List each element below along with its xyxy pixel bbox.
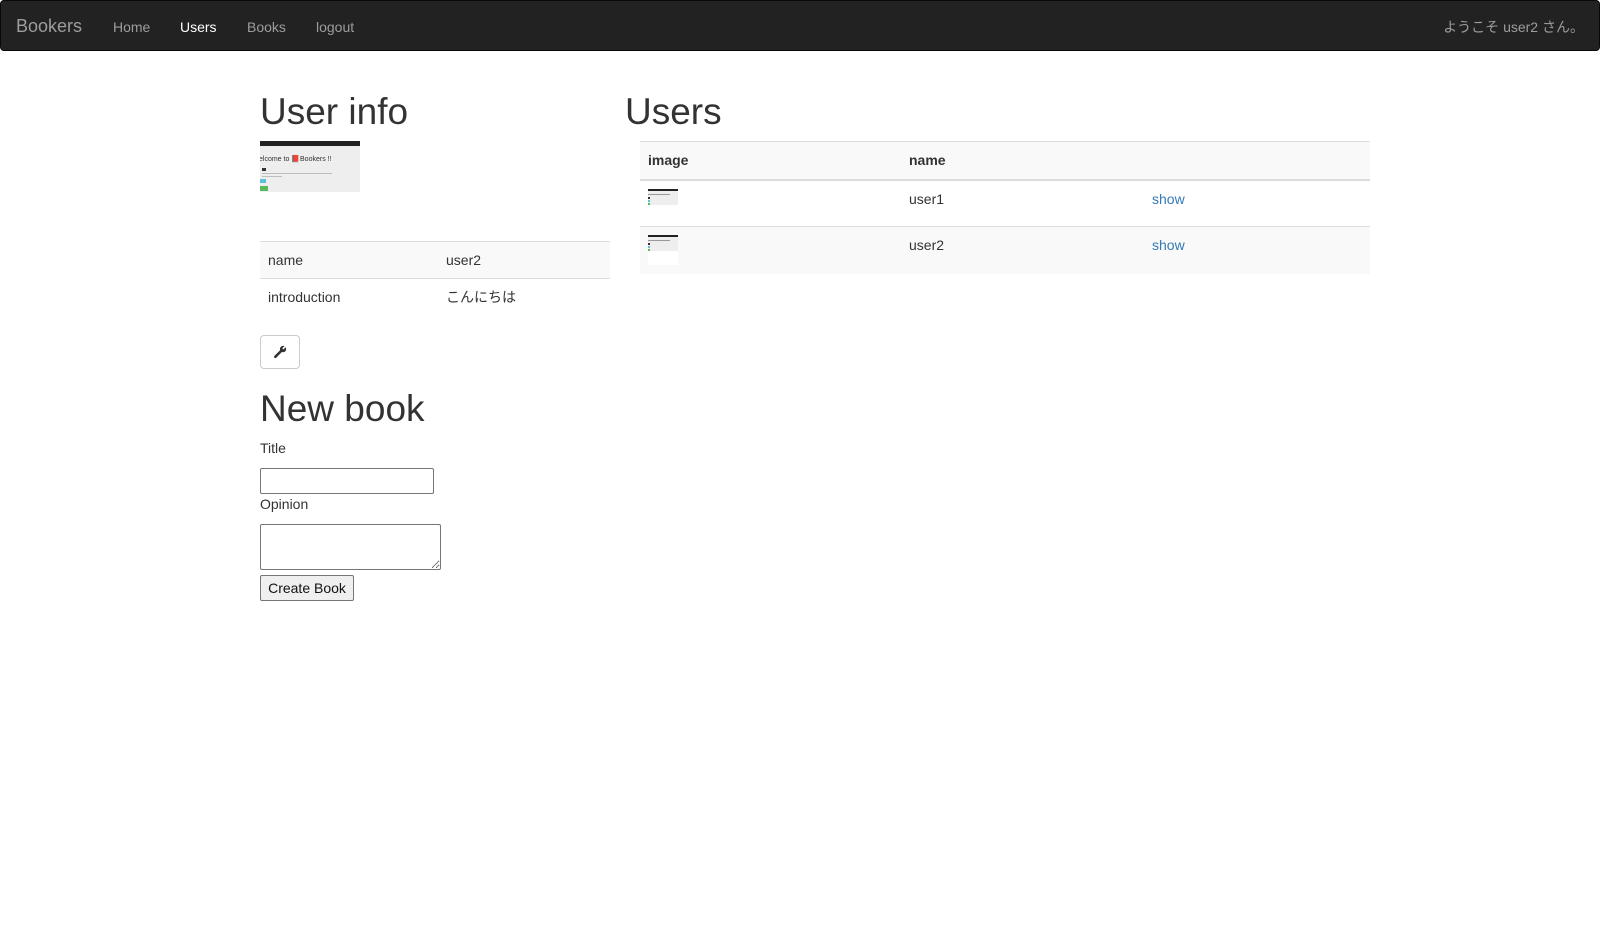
user-avatar <box>648 188 678 205</box>
brand-link[interactable]: Bookers <box>16 16 82 36</box>
users-heading: Users <box>625 91 722 132</box>
nav-logout[interactable]: logout <box>316 18 354 36</box>
opinion-textarea[interactable] <box>260 524 441 570</box>
table-row: user2 show <box>640 226 1370 274</box>
user-image-cell <box>640 226 901 274</box>
create-book-button[interactable]: Create Book <box>260 575 354 601</box>
title-input[interactable] <box>260 468 434 494</box>
new-book-heading: New book <box>260 388 425 429</box>
welcome-message: ようこそ user2 さん。 <box>1443 19 1584 35</box>
user-info-table: name user2 introduction こんにちは <box>260 241 610 316</box>
user-image-cell <box>640 179 901 227</box>
info-key: name <box>260 241 438 279</box>
user-avatar <box>648 235 678 265</box>
nav-books[interactable]: Books <box>247 18 286 36</box>
column-header-name: name <box>901 141 1144 181</box>
profile-image-caption: elcome to 📕Bookers !! <box>260 156 332 163</box>
info-row-name: name user2 <box>260 241 610 279</box>
nav-home[interactable]: Home <box>113 18 150 36</box>
info-value: user2 <box>438 241 610 279</box>
info-value: こんにちは <box>438 278 610 316</box>
info-row-introduction: introduction こんにちは <box>260 278 610 316</box>
wrench-icon <box>274 345 287 359</box>
users-table: image name user1 show user2 show <box>640 141 1370 274</box>
profile-image: elcome to 📕Bookers !! <box>260 141 360 192</box>
column-header-action <box>1144 141 1370 181</box>
table-row: user1 show <box>640 179 1370 227</box>
show-user-link[interactable]: show <box>1152 237 1185 253</box>
nav-users[interactable]: Users <box>180 18 217 36</box>
user-info-heading: User info <box>260 91 409 132</box>
users-table-header: image name <box>640 141 1370 181</box>
top-navbar: Bookers Home Users Books logout ようこそ use… <box>0 0 1600 51</box>
show-user-link[interactable]: show <box>1152 191 1185 207</box>
edit-profile-button[interactable] <box>260 335 300 369</box>
opinion-label: Opinion <box>260 496 309 512</box>
user-name: user1 <box>901 179 1144 227</box>
column-header-image: image <box>640 141 901 181</box>
user-name: user2 <box>901 226 1144 274</box>
info-key: introduction <box>260 278 438 316</box>
title-label: Title <box>260 440 286 456</box>
